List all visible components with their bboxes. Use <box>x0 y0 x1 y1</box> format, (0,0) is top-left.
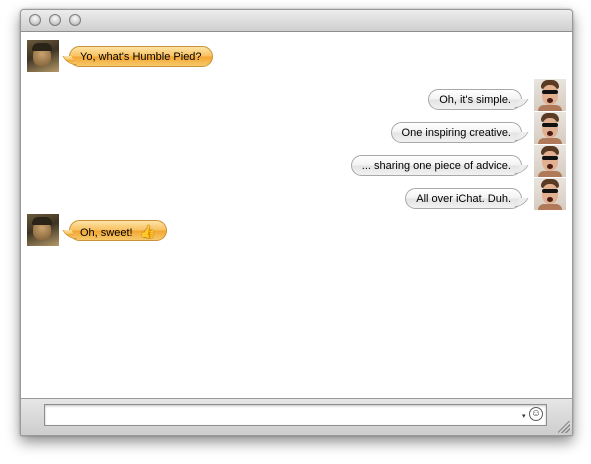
my-avatar[interactable] <box>534 145 566 177</box>
message-input[interactable] <box>44 404 547 426</box>
message-text: Yo, what's Humble Pied? <box>80 51 202 63</box>
message-row: Oh, sweet! 👍 <box>27 214 567 246</box>
avatar-glasses <box>542 123 558 127</box>
avatar-shirt <box>538 105 562 111</box>
minimize-window-button[interactable] <box>49 14 61 26</box>
message-row: ... sharing one piece of advice. <box>21 145 566 177</box>
chevron-down-icon: ▾ <box>522 413 526 420</box>
message-row: One inspiring creative. <box>21 112 566 144</box>
avatar-mouth <box>547 164 553 169</box>
my-message-bubble: Oh, it's simple. <box>428 89 522 110</box>
smiley-icon: ☺ <box>529 407 543 421</box>
avatar-shirt <box>538 171 562 177</box>
close-window-button[interactable] <box>29 14 41 26</box>
buddy-avatar[interactable] <box>27 40 59 72</box>
avatar-glasses <box>542 90 558 94</box>
resize-grip-icon[interactable] <box>558 421 570 433</box>
buddy-avatar[interactable] <box>27 214 59 246</box>
avatar-cap <box>32 43 52 51</box>
message-row: Yo, what's Humble Pied? <box>27 40 567 72</box>
my-avatar[interactable] <box>534 112 566 144</box>
chat-transcript[interactable]: Yo, what's Humble Pied? Oh, it's simple.… <box>21 32 572 398</box>
avatar-mouth <box>547 197 553 202</box>
my-avatar[interactable] <box>534 178 566 210</box>
avatar-mouth <box>547 131 553 136</box>
chat-window: Yo, what's Humble Pied? Oh, it's simple.… <box>20 9 573 436</box>
thumbs-up-icon: 👍 <box>139 224 156 239</box>
avatar-shirt <box>538 138 562 144</box>
message-text: Oh, it's simple. <box>439 94 511 106</box>
my-avatar[interactable] <box>534 79 566 111</box>
compose-bar: ▾ ☺ <box>21 398 572 435</box>
zoom-window-button[interactable] <box>69 14 81 26</box>
avatar-cap <box>32 217 52 225</box>
message-text: One inspiring creative. <box>401 127 511 139</box>
message-row: Oh, it's simple. <box>21 79 566 111</box>
my-message-bubble: One inspiring creative. <box>390 122 522 143</box>
message-row: All over iChat. Duh. <box>21 178 566 210</box>
avatar-mouth <box>547 98 553 103</box>
avatar-shirt <box>538 204 562 210</box>
message-text: Oh, sweet! <box>80 227 133 239</box>
avatar-glasses <box>542 156 558 160</box>
my-message-bubble: All over iChat. Duh. <box>405 188 522 209</box>
smiley-picker-button[interactable]: ▾ ☺ <box>522 407 544 423</box>
my-message-bubble: ... sharing one piece of advice. <box>350 155 522 176</box>
message-text: All over iChat. Duh. <box>416 193 511 205</box>
avatar-glasses <box>542 189 558 193</box>
buddy-message-bubble: Oh, sweet! 👍 <box>69 220 167 241</box>
buddy-message-bubble: Yo, what's Humble Pied? <box>69 46 213 67</box>
title-bar[interactable] <box>21 10 572 32</box>
message-text: ... sharing one piece of advice. <box>361 160 511 172</box>
